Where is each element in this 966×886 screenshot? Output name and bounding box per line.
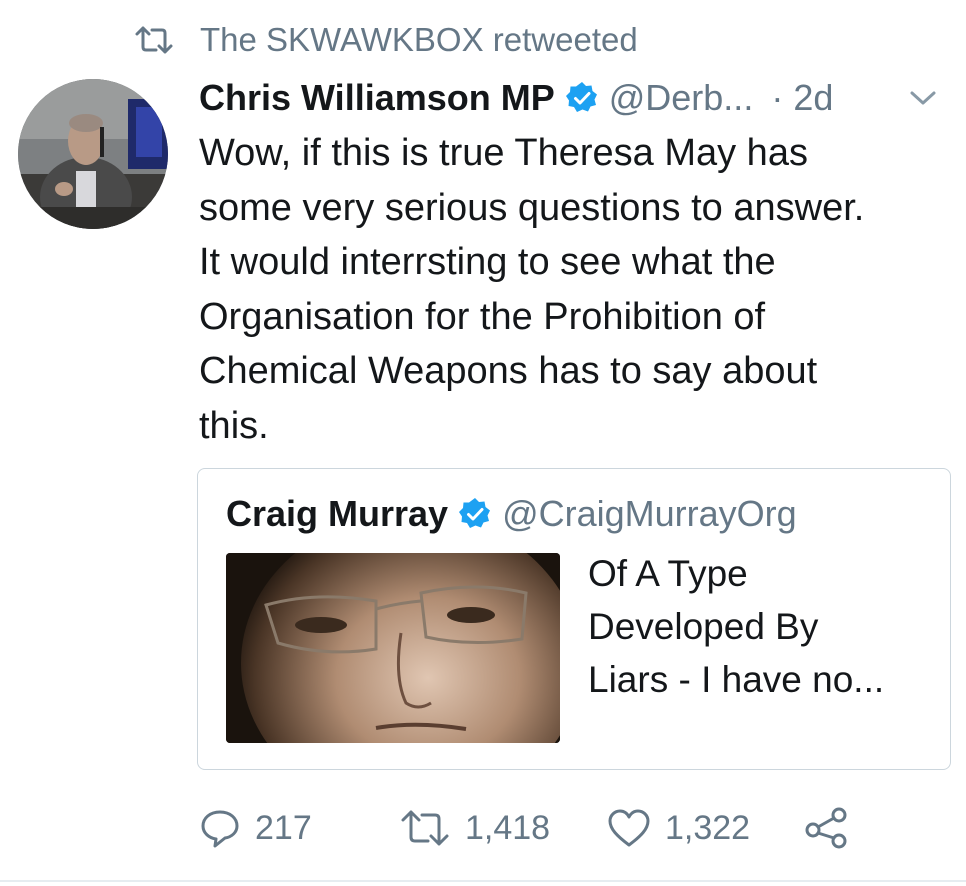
portrait-photo [226,553,560,743]
tweet-text-line: some very serious questions to answer. [199,186,865,229]
quoted-text-line: Of A Type [588,553,748,594]
tweet-text-line: It would interrsting to see what the [199,241,776,283]
quoted-text-line: Developed By [588,606,819,647]
tweet-text-line: Chemical Weapons has to say about [199,350,818,392]
chevron-down-icon[interactable] [908,88,938,108]
quoted-tweet-header: Craig Murray @CraigMurrayOrg [226,493,797,535]
retweet-icon [401,810,449,846]
quoted-author-handle: @CraigMurrayOrg [502,493,797,534]
reply-count: 217 [255,808,312,847]
retweet-count: 1,418 [465,808,551,847]
author-handle[interactable]: @Derb... [609,77,754,119]
retweet-context[interactable]: The SKWAWKBOX retweeted [134,18,638,62]
quoted-tweet-image [226,553,560,743]
verified-badge-icon [565,82,597,112]
retweet-context-text: The SKWAWKBOX retweeted [200,21,638,58]
like-button[interactable]: 1,322 [607,800,750,856]
retweet-icon [135,26,173,54]
author-avatar[interactable] [18,79,168,229]
like-count: 1,322 [665,808,751,847]
reply-button[interactable]: 217 [199,800,312,856]
author-name[interactable]: Chris Williamson MP [199,77,555,119]
tweet-body: Wow, if this is true Theresa May has som… [199,126,939,453]
tweet-timestamp[interactable]: · 2d [771,77,833,119]
quoted-tweet-text: Of A Type Developed By Liars - I have no… [588,547,884,706]
tweet-text-line: Organisation for the Prohibition of [199,295,766,338]
quoted-text-line: Liars - I have no... [588,659,885,700]
tweet-header: Chris Williamson MP @Derb... · 2d [199,72,946,124]
verified-badge-icon [459,498,491,528]
tweet-text-line: this. [199,404,269,447]
share-button[interactable] [803,800,851,856]
retweet-button[interactable]: 1,418 [399,800,550,856]
tweet-actions: 217 1,418 1,322 [199,800,939,856]
quoted-tweet-card[interactable]: Craig Murray @CraigMurrayOrg Of A Type D… [197,468,951,770]
reply-icon [201,810,239,848]
share-icon [805,807,847,849]
avatar-photo [18,79,168,229]
tweet-text-line: Wow, if this is true Theresa May has [199,132,808,174]
divider [0,880,966,882]
heart-icon [608,809,650,847]
quoted-author-name: Craig Murray [226,493,449,534]
